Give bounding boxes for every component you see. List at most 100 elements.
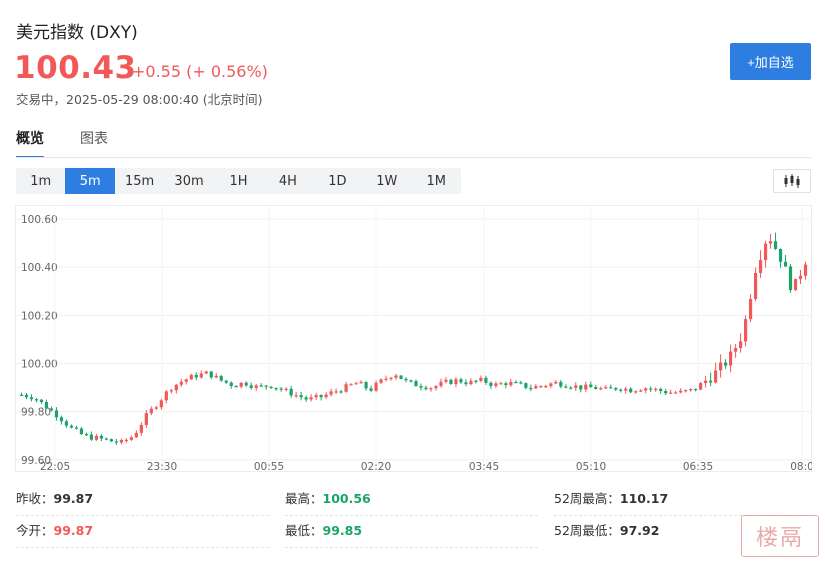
period-4h[interactable]: 4H: [263, 168, 312, 194]
candle-body: [773, 241, 778, 249]
candle-body: [89, 434, 94, 440]
candle-body: [629, 388, 633, 393]
candle-body: [134, 432, 138, 438]
candle-body: [464, 382, 468, 385]
candle-body: [264, 385, 268, 387]
candle-body: [514, 381, 518, 384]
candle-body: [184, 379, 188, 382]
candle-body: [359, 382, 363, 384]
candlestick-chart[interactable]: 100.60100.40100.20100.0099.8099.6022:05 2…: [15, 205, 814, 477]
candle-body: [619, 389, 623, 391]
candle-body: [244, 382, 248, 386]
tab-bar: 概览 图表: [16, 128, 108, 158]
candle-body: [803, 264, 808, 276]
candle-body: [798, 275, 803, 280]
candle-body: [34, 399, 39, 401]
add-to-watchlist-button[interactable]: +加自选: [730, 43, 811, 80]
x-tick-label: 00:55: [254, 461, 284, 473]
candle-body: [534, 386, 538, 389]
candle-body: [414, 381, 418, 387]
tab-chart[interactable]: 图表: [80, 128, 108, 158]
candle-body: [743, 319, 748, 342]
candle-body: [139, 424, 143, 433]
stat-high: 最高：100.56: [285, 491, 371, 506]
candle-body: [174, 384, 178, 391]
tab-overview[interactable]: 概览: [16, 128, 44, 158]
period-30m[interactable]: 30m: [164, 168, 213, 194]
trading-status: 交易中，2025-05-29 08:00:40 (北京时间): [16, 92, 263, 107]
candle-body: [389, 377, 393, 380]
candle-body: [684, 390, 688, 392]
candle-body: [768, 241, 773, 244]
candle-body: [609, 387, 613, 389]
candle-body: [604, 387, 608, 389]
candle-body: [104, 438, 108, 440]
candle-body: [474, 380, 478, 382]
candle-body: [289, 388, 293, 396]
candle-body: [434, 386, 438, 389]
candle-body: [714, 370, 718, 383]
candle-body: [399, 375, 403, 379]
candle-body: [294, 395, 298, 397]
period-1m[interactable]: 1m: [16, 168, 65, 194]
candle-body: [549, 383, 553, 386]
candle-body: [59, 417, 64, 422]
candle-body: [783, 261, 788, 267]
candle-body: [369, 388, 373, 391]
candle-body: [154, 407, 158, 409]
candle-body: [459, 379, 463, 383]
candle-body: [494, 383, 498, 387]
price-chart[interactable]: 100.60 100.40 100.20 100.00 99.80 99.60 22:05 2…: [15, 205, 814, 477]
candle-body: [239, 382, 243, 387]
chart-type-toggle[interactable]: [773, 169, 811, 193]
period-1h[interactable]: 1H: [214, 168, 263, 194]
candle-body: [364, 382, 368, 389]
candle-body: [639, 390, 643, 392]
candle-body: [49, 408, 54, 411]
candle-body: [74, 427, 79, 429]
period-1mo[interactable]: 1M: [412, 168, 461, 194]
candle-body: [763, 243, 768, 261]
candle-body: [559, 381, 563, 387]
price-change: +0.55 (+ 0.56%): [132, 62, 268, 81]
candle-body: [699, 383, 703, 390]
candle-body: [349, 384, 353, 386]
candle-body: [324, 394, 328, 398]
candle-body: [229, 382, 233, 387]
candle-body: [499, 383, 503, 385]
candle-body: [374, 382, 378, 391]
candle-body: [199, 373, 203, 378]
candle-body: [724, 362, 728, 366]
candle-body: [404, 378, 408, 381]
stat-divider: [16, 547, 270, 548]
candle-body: [704, 380, 708, 384]
x-tick-label: 03:45: [469, 461, 499, 473]
candle-body: [109, 439, 113, 442]
x-tick-label: 22:05: [40, 461, 70, 473]
candle-body: [379, 379, 383, 383]
candle-body: [99, 435, 103, 439]
candle-body: [689, 388, 693, 391]
period-5m[interactable]: 5m: [65, 168, 115, 194]
period-1w[interactable]: 1W: [362, 168, 411, 194]
candle-body: [429, 388, 433, 390]
candle-body: [454, 379, 458, 385]
candle-body: [679, 390, 683, 393]
period-1d[interactable]: 1D: [313, 168, 362, 194]
candle-body: [259, 385, 263, 387]
candle-body: [419, 386, 423, 388]
candle-body: [509, 381, 513, 386]
candle-body: [594, 387, 598, 390]
candle-body: [733, 348, 738, 352]
candle-body: [344, 384, 348, 392]
x-tick-label: 05:10: [576, 461, 606, 473]
candle-body: [69, 425, 74, 428]
candle-body: [544, 385, 548, 388]
candle-body: [738, 341, 743, 349]
candle-body: [114, 441, 118, 443]
period-15m[interactable]: 15m: [115, 168, 164, 194]
candle-body: [29, 397, 34, 400]
stat-prev-close: 昨收：99.87: [16, 491, 94, 506]
candle-body: [64, 421, 69, 426]
candle-body: [654, 388, 658, 391]
